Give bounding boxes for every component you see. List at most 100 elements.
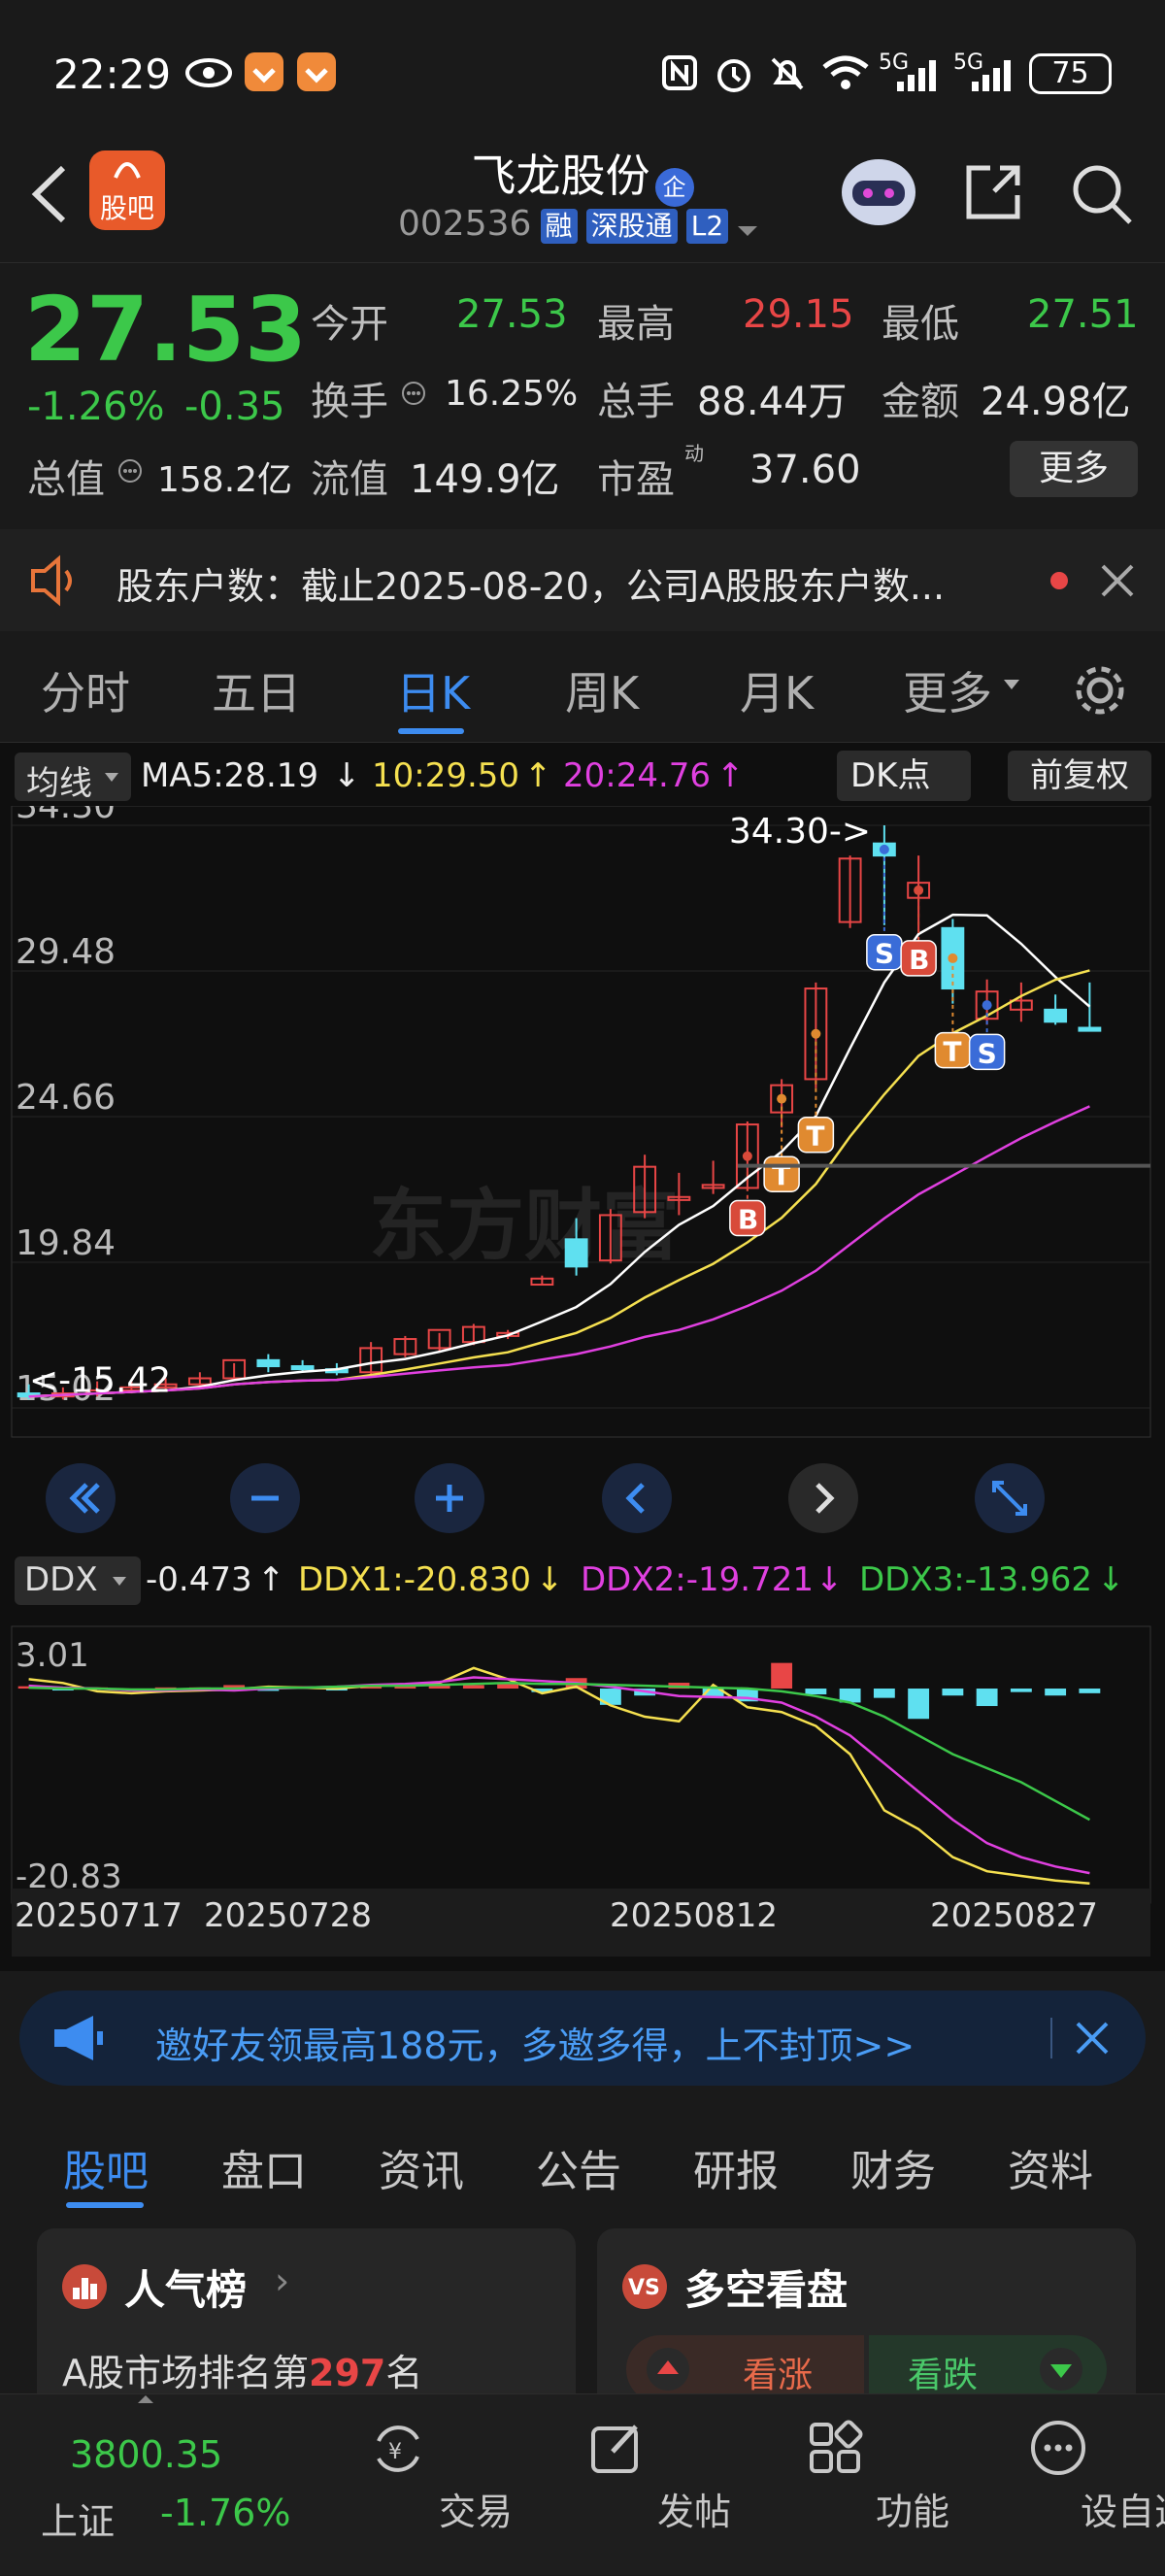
main-pane-border [11, 806, 1151, 1438]
ma20-value: 20:24.76 [563, 756, 712, 795]
tab-profile[interactable]: 资料 [1008, 2136, 1093, 2198]
index-ticker[interactable]: 3800.35 上证 -1.76% [0, 2394, 320, 2576]
wifi-icon [822, 55, 869, 89]
ticker-caret-icon [138, 2395, 153, 2403]
tab-financials[interactable]: 财务 [850, 2136, 936, 2198]
candle-body [256, 1358, 281, 1368]
y-tick-label: 19.84 [16, 1223, 116, 1263]
tab-announcements[interactable]: 公告 [536, 2136, 621, 2198]
tab-orderbook[interactable]: 盘口 [221, 2136, 307, 2198]
ddx3-arrow-icon: ↓ [1097, 1560, 1125, 1599]
ddx2-line [28, 1676, 1090, 1875]
ddx-bar [873, 1689, 895, 1698]
ma-caret-icon [105, 773, 118, 782]
info-icon-2[interactable] [116, 457, 144, 485]
prev-button-icon[interactable] [600, 1461, 674, 1535]
back-arrow-icon[interactable] [24, 160, 73, 228]
candle-body [1044, 1008, 1068, 1023]
current-price: 27.53 [24, 278, 308, 382]
tab-weekly-k[interactable]: 周K [565, 658, 639, 722]
ma10-value: 10:29.50 [372, 756, 520, 795]
ddx-bar [1010, 1689, 1032, 1692]
ddx-selector-label: DDX [24, 1560, 98, 1599]
nav-add-watchlist-label: 设自选 [1080, 2491, 1165, 2533]
tab-intraday[interactable]: 分时 [41, 658, 130, 722]
float-cap-label: 流值 [311, 457, 388, 502]
nav-functions-label: 功能 [875, 2491, 949, 2533]
close-icon[interactable] [1097, 560, 1138, 601]
shareholder-notice[interactable]: 股东户数：截止2025-08-20，公司A股股东户数... [0, 529, 1165, 631]
turnover-label: 换手 [311, 380, 388, 424]
rewind-button-icon[interactable] [44, 1461, 117, 1535]
pe-value: 37.60 [749, 448, 861, 492]
tab-guba[interactable]: 股吧 [63, 2136, 149, 2198]
tab-more[interactable]: 更多 [903, 658, 992, 722]
share-icon[interactable] [961, 160, 1025, 224]
next-button-icon[interactable] [786, 1461, 860, 1535]
bearish-label: 看跌 [908, 2356, 979, 2395]
ma5-value: MA5:28.19 [141, 756, 319, 795]
clock: 22:29 [53, 50, 172, 98]
signal-icon-2 [972, 60, 1011, 91]
signal-dot [777, 1093, 787, 1104]
settings-gear-icon[interactable] [1070, 660, 1130, 720]
zoom-out-button-icon[interactable] [228, 1461, 302, 1535]
ddx-caret-icon [113, 1577, 126, 1586]
info-icon[interactable] [400, 380, 427, 407]
fullscreen-button-icon[interactable] [973, 1461, 1047, 1535]
market-cap-label: 总值 [27, 457, 105, 502]
compose-icon [591, 2425, 638, 2473]
date-label: 20250728 [204, 1896, 373, 1935]
index-value: 3800.35 [70, 2433, 223, 2476]
bullish-label: 看涨 [743, 2356, 814, 2395]
tab-five-day[interactable]: 五日 [212, 658, 301, 722]
ma-selector[interactable]: 均线 [15, 753, 131, 803]
tab-news[interactable]: 资讯 [379, 2136, 464, 2198]
signal-dot [914, 885, 924, 895]
ddx-bar [805, 1689, 827, 1695]
dropdown-icon[interactable] [733, 221, 762, 241]
ma10-arrow-icon: ↑ [524, 756, 552, 795]
zoom-in-button-icon[interactable] [413, 1461, 486, 1535]
open-label: 今开 [311, 302, 388, 347]
amount-label: 金额 [882, 380, 959, 424]
tab-monthly-k[interactable]: 月K [740, 658, 814, 722]
ddx-bar [942, 1689, 964, 1696]
kline-svg[interactable]: 东方财富 34.3029.4824.6619.8415.0234.30-><-1… [0, 806, 1165, 1971]
margin-tag: 融 [540, 209, 578, 244]
signal-icon [897, 60, 936, 91]
down-arrow-icon [1040, 2348, 1082, 2391]
promo-close-icon[interactable] [1073, 2019, 1112, 2057]
ddx2-value: DDX2:-19.721 [581, 1560, 814, 1599]
ddx-selector[interactable]: DDX [15, 1556, 141, 1605]
app-notification-icon [245, 52, 283, 91]
trade-icon: ¥ [377, 2425, 419, 2472]
tab-daily-k[interactable]: 日K [396, 658, 470, 722]
candle-body [290, 1365, 315, 1371]
y-tick-label: 29.48 [16, 932, 116, 972]
signal-dot [811, 1028, 821, 1039]
max-price-label: 34.30-> [729, 812, 871, 852]
promo-banner[interactable]: 邀好友领最高188元，多邀多得，上不封顶>> [19, 1991, 1146, 2086]
tab-research[interactable]: 研报 [693, 2136, 779, 2198]
guba-logo[interactable]: 股吧 [89, 151, 165, 230]
min-price-label: <-15.42 [29, 1361, 171, 1401]
eye-icon [185, 58, 232, 87]
status-bar: 22:29 5G 5G 75 [0, 0, 1165, 146]
adjust-button[interactable]: 前复权 [1008, 751, 1151, 801]
promo-text: 邀好友领最高188元，多邀多得，上不封顶>> [155, 2024, 915, 2067]
dk-point-button[interactable]: DK点 [837, 751, 971, 801]
kline-chart-area[interactable]: 均线 MA5:28.19 ↓ 10:29.50 ↑ 20:24.76 ↑ DK点… [0, 743, 1165, 1971]
index-name: 上证 [41, 2500, 116, 2543]
signal-dot [879, 844, 889, 854]
ddx-bar [1079, 1689, 1101, 1693]
more-button[interactable]: 更多 [1010, 441, 1138, 497]
robot-assistant-icon[interactable] [837, 153, 920, 231]
date-label: 20250827 [930, 1896, 1099, 1935]
popularity-title: 人气榜 [124, 2266, 248, 2314]
search-icon[interactable] [1068, 160, 1136, 228]
low-value: 27.51 [1027, 292, 1139, 337]
signal-label: T [806, 1121, 824, 1153]
volume-value: 88.44万 [697, 380, 848, 424]
high-label: 最高 [597, 302, 675, 347]
